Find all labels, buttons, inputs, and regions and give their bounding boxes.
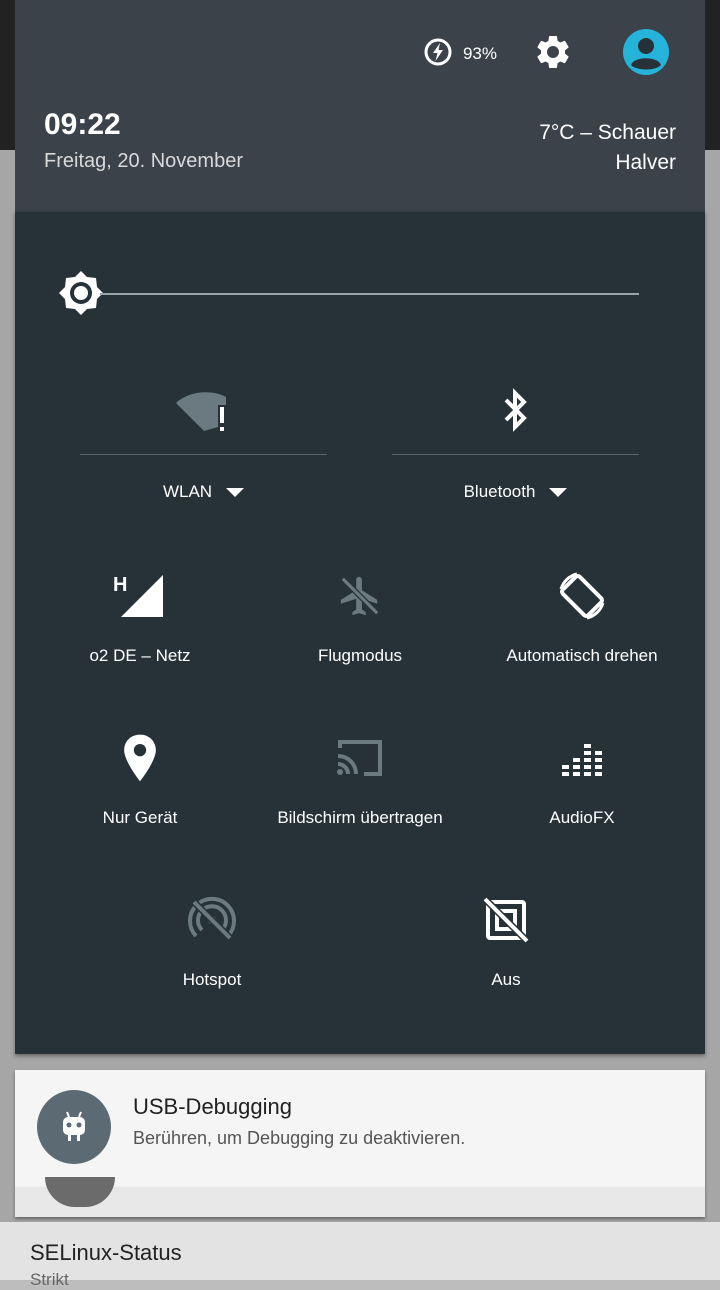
user-avatar-icon[interactable] xyxy=(623,28,669,80)
tile-mobile-network[interactable]: H o2 DE – Netz xyxy=(25,570,255,690)
hotspot-off-icon xyxy=(188,896,236,949)
tile-bluetooth-label: Bluetooth xyxy=(463,482,536,501)
rotate-icon xyxy=(555,569,609,628)
selinux-title: SELinux-Status xyxy=(30,1240,182,1265)
android-debug-icon xyxy=(37,1090,111,1164)
weather-location: Halver xyxy=(615,151,676,174)
tile-audiofx-label: AudioFX xyxy=(549,808,615,827)
tile-airplane-mode[interactable]: Flugmodus xyxy=(245,570,475,690)
tile-location[interactable]: Nur Gerät xyxy=(25,732,255,852)
selinux-status: Strikt xyxy=(30,1270,69,1289)
cast-icon xyxy=(334,736,386,785)
wifi-alert-icon xyxy=(174,387,234,438)
location-icon xyxy=(120,733,160,788)
chevron-down-icon[interactable] xyxy=(226,487,245,497)
tile-auto-rotate-label: Automatisch drehen xyxy=(506,646,658,665)
brightness-icon xyxy=(57,269,105,322)
tile-nfc[interactable]: Aus xyxy=(391,894,621,1014)
settings-gear-icon[interactable] xyxy=(533,32,573,77)
tile-divider xyxy=(80,454,327,455)
battery-charging-icon[interactable] xyxy=(423,37,453,72)
date[interactable]: Freitag, 20. November xyxy=(44,150,243,173)
cell-signal-icon: H xyxy=(113,573,167,624)
notification-selinux[interactable]: SELinux-Status Strikt xyxy=(0,1222,720,1289)
notification-title: USB-Debugging xyxy=(133,1094,292,1119)
quick-settings-panel: WLAN Bluetooth H o2 DE – Netz Flugmodus … xyxy=(15,212,705,1054)
tile-nfc-label: Aus xyxy=(491,970,521,989)
bluetooth-icon xyxy=(499,387,533,438)
tile-hotspot[interactable]: Hotspot xyxy=(97,894,327,1014)
tile-cast-screen[interactable]: Bildschirm übertragen xyxy=(245,732,475,852)
nfc-off-icon xyxy=(482,896,530,948)
weather-condition: 7°C – Schauer xyxy=(539,121,676,144)
notification-usb-debugging[interactable]: USB-Debugging Berühren, um Debugging zu … xyxy=(15,1070,705,1187)
equalizer-icon xyxy=(560,738,604,783)
chevron-down-icon[interactable] xyxy=(549,487,568,497)
notification-text: Berühren, um Debugging zu deaktivieren. xyxy=(133,1128,466,1148)
tile-wlan[interactable]: WLAN xyxy=(80,372,327,512)
header-status-row: 93% xyxy=(423,28,669,77)
notification-stack-shadow xyxy=(15,1177,705,1217)
svg-text:H: H xyxy=(113,574,127,596)
clock[interactable]: 09:22 xyxy=(44,108,121,142)
tile-cast-screen-label: Bildschirm übertragen xyxy=(277,808,443,827)
stacked-notification-icon xyxy=(45,1177,115,1207)
quick-settings-header: 93% 09:22 Freitag, 20. November 7°C – Sc… xyxy=(15,0,705,212)
brightness-slider[interactable] xyxy=(100,293,639,295)
battery-percent: 93% xyxy=(462,44,497,63)
tile-hotspot-label: Hotspot xyxy=(182,970,242,989)
weather[interactable]: 7°C – Schauer Halver xyxy=(539,118,676,178)
tile-airplane-mode-label: Flugmodus xyxy=(317,646,403,665)
tile-wlan-label: WLAN xyxy=(162,482,213,501)
tile-divider xyxy=(392,454,639,455)
tile-location-label: Nur Gerät xyxy=(102,808,178,827)
tile-bluetooth[interactable]: Bluetooth xyxy=(392,372,639,512)
airplane-icon xyxy=(337,573,383,624)
tile-auto-rotate[interactable]: Automatisch drehen xyxy=(467,570,697,690)
tile-mobile-network-label: o2 DE – Netz xyxy=(89,646,191,665)
tile-audiofx[interactable]: AudioFX xyxy=(467,732,697,852)
